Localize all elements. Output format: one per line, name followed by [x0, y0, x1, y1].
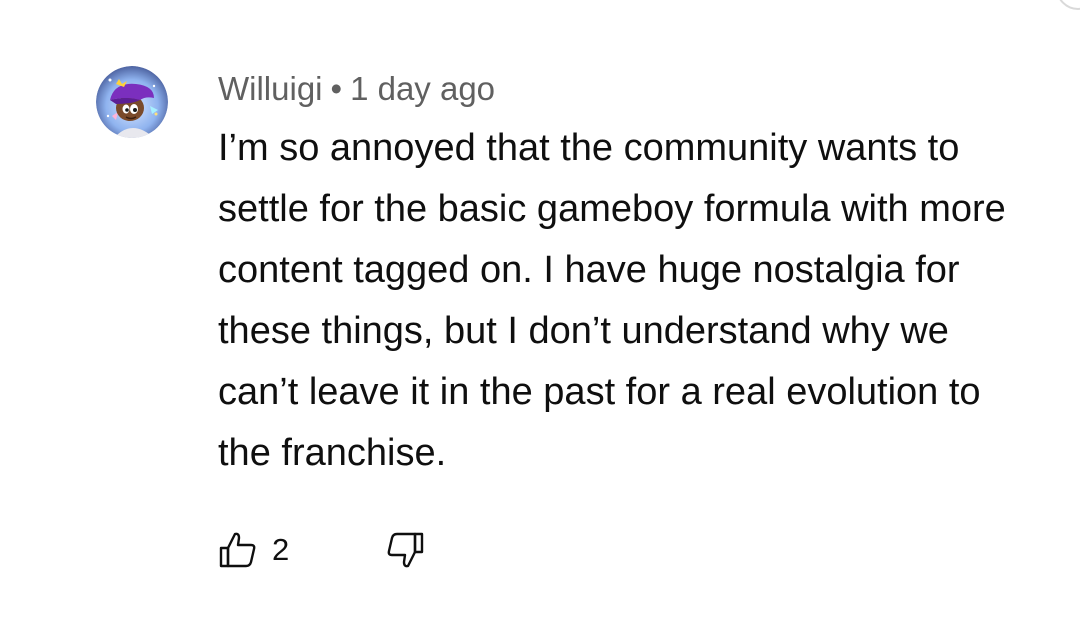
thumb-up-icon — [218, 530, 258, 570]
comment-text: I’m so annoyed that the community wants … — [218, 127, 1006, 474]
avatar[interactable] — [96, 66, 168, 138]
timestamp[interactable]: 1 day ago — [350, 70, 495, 107]
corner-decoration — [1056, 0, 1080, 10]
comment-actions: 2 — [218, 528, 425, 572]
dislike-button[interactable] — [385, 530, 425, 570]
comment-body: Willuigi • 1 day ago I’m so annoyed that t… — [218, 66, 1038, 484]
like-button[interactable]: 2 — [218, 530, 289, 570]
author-name[interactable]: Willuigi — [218, 70, 323, 107]
like-count: 2 — [272, 532, 290, 567]
thumb-down-icon — [385, 530, 425, 570]
comment-meta: Willuigi • 1 day ago — [218, 66, 1038, 112]
meta-separator: • — [330, 70, 343, 107]
